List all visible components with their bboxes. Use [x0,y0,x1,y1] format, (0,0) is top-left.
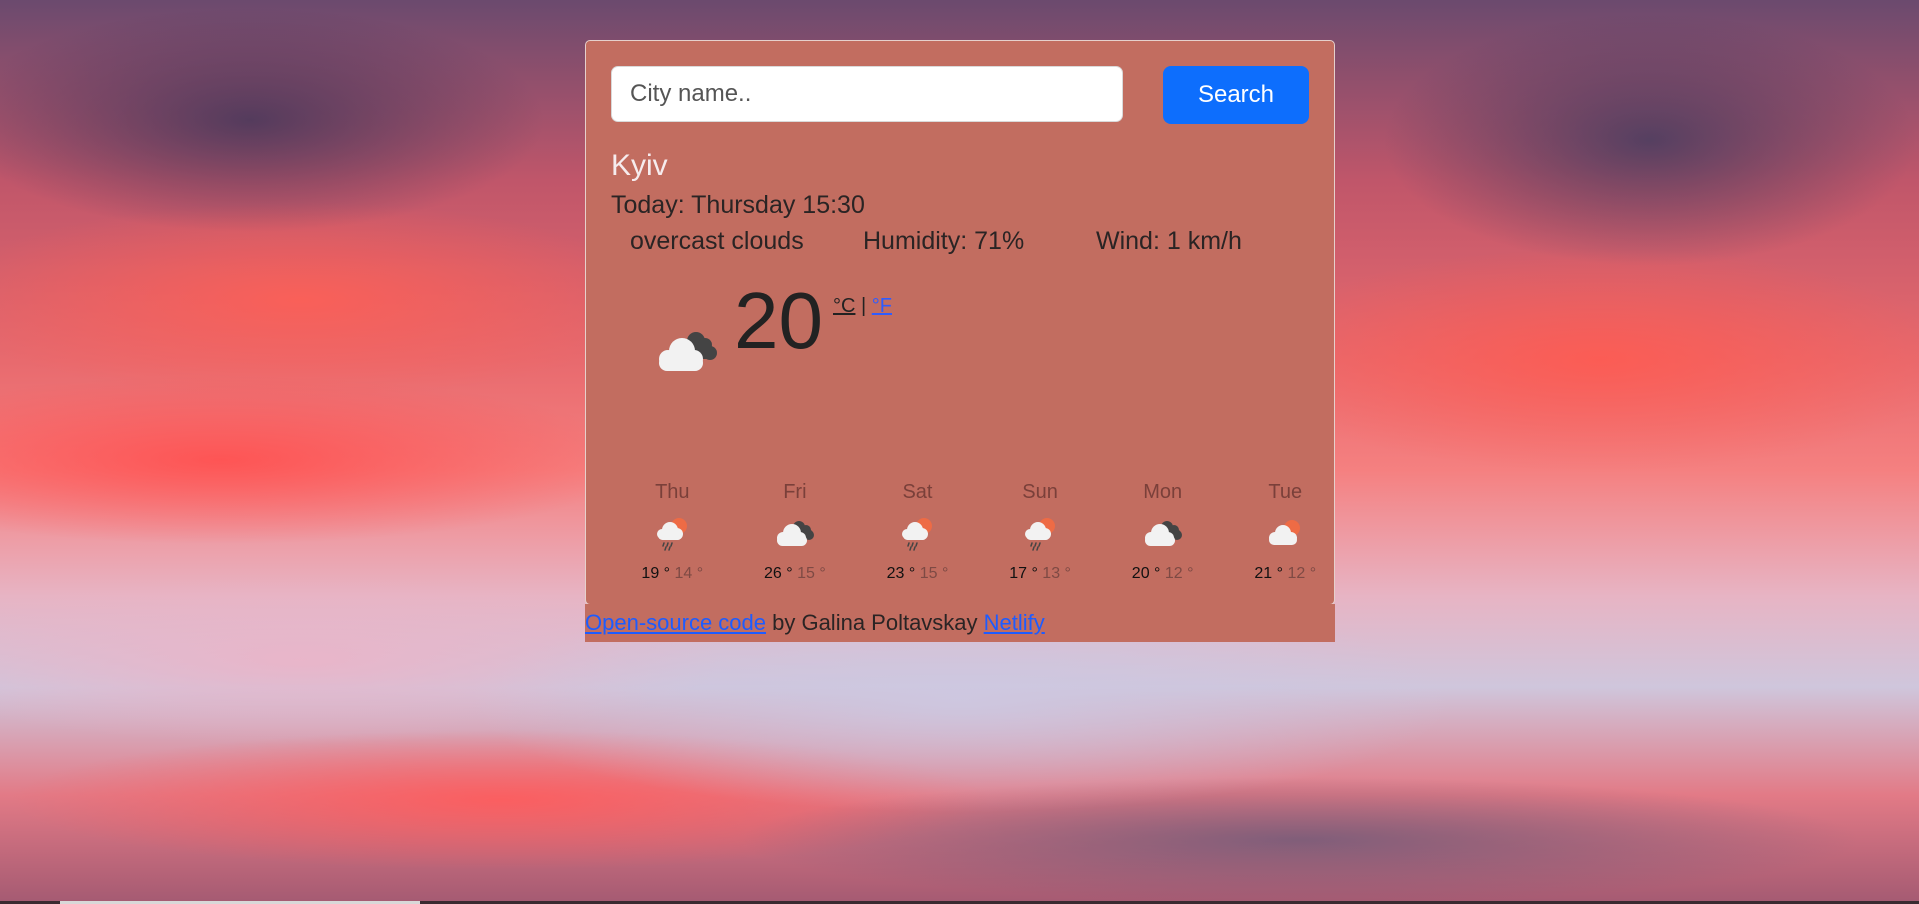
forecast-min-temp: 15 ° [919,565,949,582]
current-temperature: 20 [734,276,823,365]
overcast-clouds-icon [1101,511,1224,555]
forecast-temps: 23 ° 15 ° [856,565,979,583]
forecast-min-temp: 12 ° [1164,565,1194,582]
footer: Open-source code by Galina Poltavskay Ne… [585,604,1335,642]
forecast-temps: 17 ° 13 ° [979,565,1102,583]
forecast-day-name: Mon [1143,481,1183,503]
rain-sun-icon [979,511,1102,555]
city-search-input[interactable] [611,66,1123,122]
forecast-day-name: Sat [902,481,933,503]
forecast-day-name: Fri [783,481,807,503]
rain-sun-icon [611,511,734,555]
open-source-code-link[interactable]: Open-source code [585,610,766,635]
forecast-max-temp: 19 ° [641,565,671,582]
fahrenheit-link[interactable]: °F [872,295,892,317]
forecast-min-temp: 14 ° [674,565,704,582]
forecast-max-temp: 17 ° [1009,565,1038,582]
forecast-day: Mon 20 ° 12 ° [1101,477,1224,583]
forecast-min-temp: 15 ° [797,565,826,582]
forecast-min-temp: 13 ° [1042,565,1071,582]
overcast-clouds-icon [654,327,718,375]
forecast-min-temp: 12 ° [1287,565,1317,582]
celsius-link[interactable]: °C [833,295,855,317]
forecast-max-temp: 23 ° [886,565,916,582]
unit-separator: | [861,295,867,317]
weather-card: Search Kyiv Today: Thursday 15:30 overca… [585,40,1335,605]
forecast-day: Fri 26 ° 15 ° [734,477,857,583]
wind: Wind: 1 km/h [1096,227,1242,255]
rain-sun-icon [856,511,979,555]
sun-cloud-icon [1224,511,1347,555]
forecast-day-name: Tue [1268,481,1303,503]
forecast-max-temp: 26 ° [764,565,793,582]
forecast-max-temp: 20 ° [1131,565,1161,582]
forecast-max-temp: 21 ° [1254,565,1284,582]
weather-description: overcast clouds [630,227,804,255]
forecast-day-name: Sun [1022,481,1058,503]
humidity: Humidity: 71% [863,227,1025,255]
search-button[interactable]: Search [1163,66,1309,124]
author-text: by Galina Poltavskay [766,610,984,635]
forecast-day-name: Thu [655,481,690,503]
forecast-day: Thu 19 ° 14 ° [611,477,734,583]
unit-toggle: °C | °F [833,295,892,318]
overcast-clouds-icon [734,511,857,555]
forecast-temps: 20 ° 12 ° [1101,565,1224,583]
forecast-temps: 26 ° 15 ° [734,565,857,583]
forecast-day: Sun 17 ° 13 ° [979,477,1102,583]
city-name: Kyiv [611,149,668,182]
forecast-temps: 19 ° 14 ° [611,565,734,583]
forecast-day: Sat 23 ° 15 ° [856,477,979,583]
forecast: Thu 19 ° 14 ° Fri 26 ° 15 ° Sat 23 ° 15 … [611,477,1347,583]
netlify-link[interactable]: Netlify [984,610,1045,635]
forecast-day: Tue 21 ° 12 ° [1224,477,1347,583]
forecast-temps: 21 ° 12 ° [1224,565,1347,583]
current-date-time: Today: Thursday 15:30 [611,191,865,219]
